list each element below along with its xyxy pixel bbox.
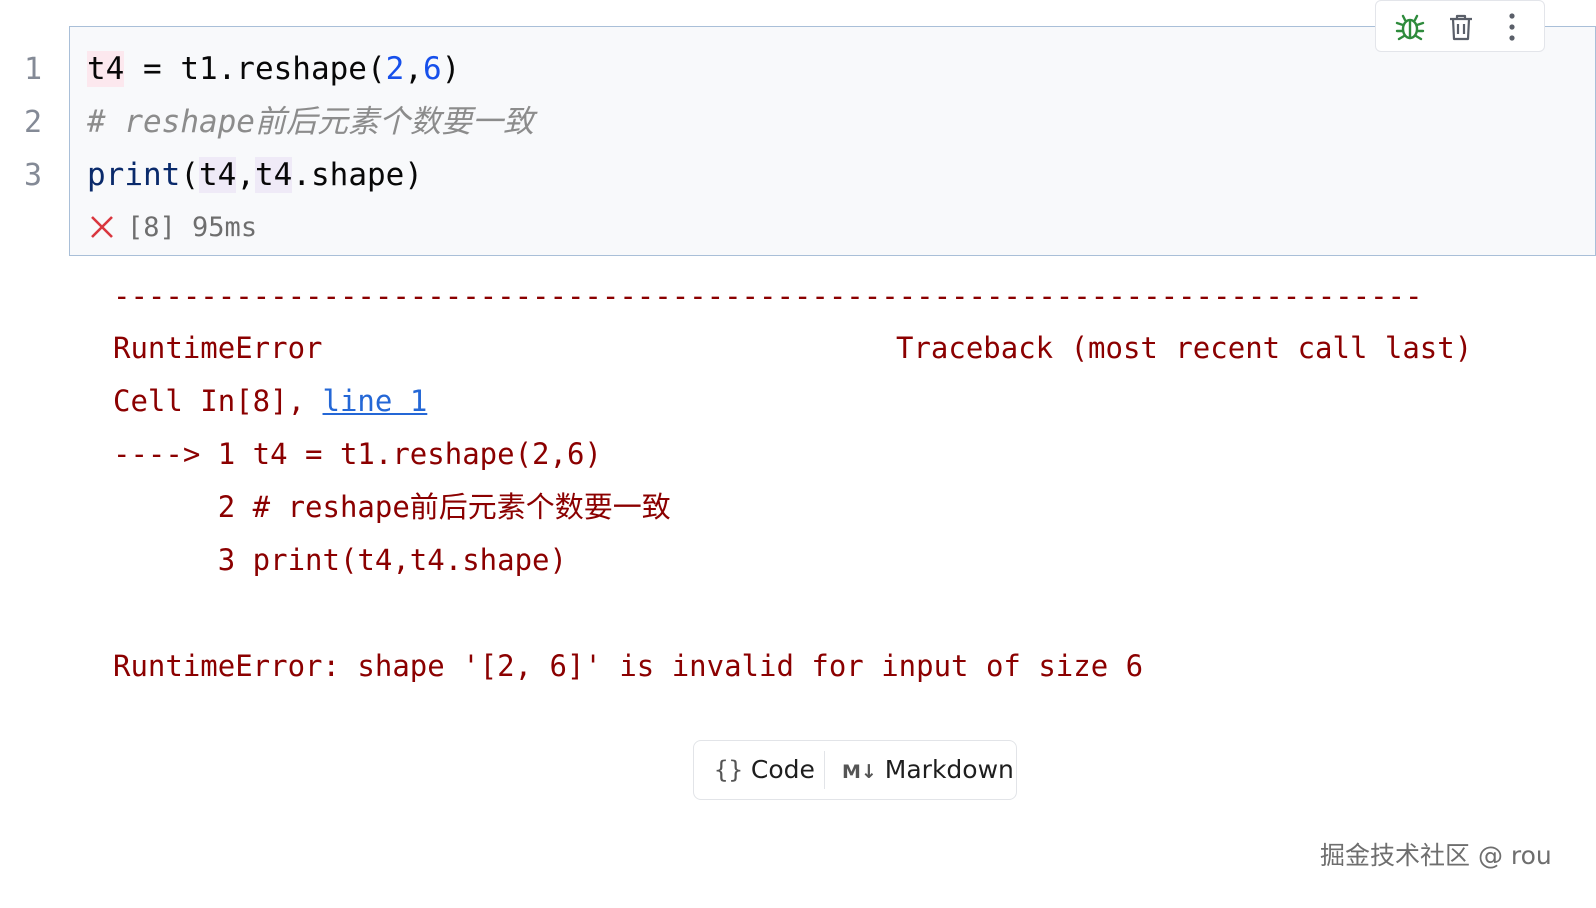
function-token: print [87, 157, 181, 193]
code-token: .shape) [292, 157, 423, 193]
variable-token: t4 [255, 157, 293, 193]
code-token: , [404, 51, 423, 87]
code-token: , [236, 157, 255, 193]
number-token: 6 [422, 51, 442, 87]
add-code-label: Code [750, 755, 815, 784]
error-message: RuntimeError: shape '[2, 6]' is invalid … [113, 649, 1144, 683]
traceback-line: 2 # reshape前后元素个数要一致 [113, 490, 671, 524]
variable-token: t4 [199, 157, 237, 193]
cell-reference: Cell In[8], line 1 [113, 375, 427, 428]
execution-duration: 95ms [192, 212, 258, 243]
code-token: = t1.reshape( [124, 51, 386, 87]
code-line-1[interactable]: t4 = t1.reshape(2,6) [87, 43, 460, 96]
traceback-header: Traceback (most recent call last) [896, 331, 1473, 365]
code-line-3[interactable]: print(t4,t4.shape) [87, 149, 423, 202]
add-cell-bar: {} Code M↓ Markdown [693, 740, 1017, 800]
line-number: 1 [23, 52, 43, 87]
code-token: ) [441, 51, 461, 87]
execution-status: [8] 95ms [89, 206, 257, 250]
cell-toolbar [1375, 0, 1545, 52]
traceback-line: 3 print(t4,t4.shape) [113, 543, 567, 577]
add-markdown-label: Markdown [884, 755, 1014, 784]
add-code-button[interactable]: {} Code [714, 741, 815, 799]
line-link[interactable]: line 1 [323, 384, 428, 418]
watermark: 掘金技术社区 @ rou [1320, 841, 1552, 870]
error-name: RuntimeError [113, 331, 323, 365]
bug-icon [1395, 14, 1425, 41]
traceback-line: ----> 1 t4 = t1.reshape(2,6) [113, 437, 602, 471]
delete-cell-button[interactable] [1445, 11, 1477, 43]
divider [824, 751, 825, 789]
error-x-icon [91, 216, 113, 238]
braces-icon: {} [714, 756, 743, 784]
markdown-icon: M↓ [842, 761, 877, 783]
output-separator: ----------------------------------------… [113, 279, 1423, 313]
code-line-2[interactable]: # reshape前后元素个数要一致 [87, 96, 534, 149]
add-markdown-button[interactable]: M↓ Markdown [842, 741, 1014, 799]
more-vertical-icon [1509, 13, 1515, 41]
trash-icon [1450, 14, 1472, 41]
line-number: 2 [23, 105, 43, 140]
number-token: 2 [385, 51, 405, 87]
code-token: ( [180, 157, 199, 193]
execution-count: [8] [127, 212, 176, 243]
debug-button[interactable] [1394, 11, 1426, 43]
more-actions-button[interactable] [1496, 11, 1528, 43]
line-number: 3 [23, 158, 43, 193]
cell-reference-prefix: Cell In[8], [113, 384, 323, 418]
variable-token: t4 [87, 51, 125, 87]
